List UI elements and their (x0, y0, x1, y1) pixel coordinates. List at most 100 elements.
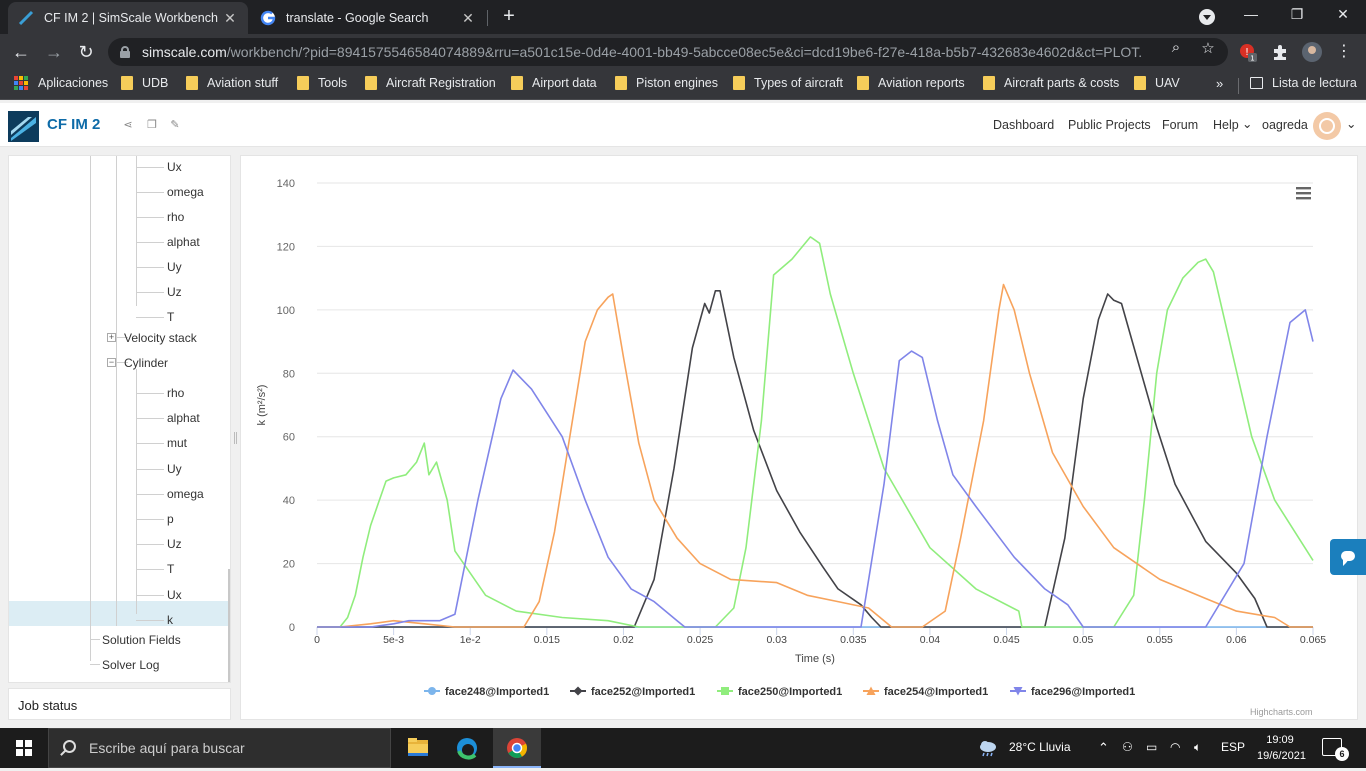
share-icon[interactable]: ⋖ (121, 118, 135, 132)
tree-item-field[interactable]: alphat (167, 411, 200, 425)
tab-search-icon[interactable] (1199, 9, 1215, 25)
back-icon[interactable]: ← (9, 41, 33, 63)
chart-menu-icon[interactable] (1296, 187, 1311, 200)
tree-item-field-selected[interactable]: k (167, 613, 173, 627)
bookmark-folder[interactable]: Types of aircraft (733, 76, 843, 90)
tree-item-field[interactable]: T (167, 562, 174, 576)
tab-google[interactable]: translate - Google Search ✕ (250, 2, 486, 34)
bookmark-star-icon[interactable]: ☆ (1198, 39, 1218, 57)
tab-simscale[interactable]: CF IM 2 | SimScale Workbench ✕ (8, 2, 248, 34)
wifi-icon[interactable]: ◠ (1170, 740, 1180, 754)
forward-icon[interactable]: → (42, 41, 66, 63)
close-tab-icon[interactable]: ✕ (222, 10, 238, 27)
language-indicator[interactable]: ESP (1221, 740, 1245, 754)
close-tab-icon[interactable]: ✕ (460, 10, 476, 27)
job-status-panel[interactable]: Job status (8, 688, 231, 720)
show-hidden-icons-chevron-up-icon[interactable]: ⌃ (1098, 740, 1109, 756)
bookmark-folder[interactable]: Aircraft parts & costs (983, 76, 1119, 90)
tree-item-field[interactable]: mut (167, 436, 187, 450)
more-bookmarks-button[interactable]: » (1216, 76, 1223, 91)
tree-item-solver-log[interactable]: Solver Log (102, 658, 159, 672)
tree-item-field[interactable]: rho (167, 386, 184, 400)
legend-item[interactable]: face254@Imported1 (863, 686, 988, 698)
bookmark-folder[interactable]: Aviation reports (857, 76, 965, 90)
bookmark-folder[interactable]: Tools (297, 76, 347, 90)
nav-forum[interactable]: Forum (1162, 118, 1198, 132)
user-menu-chevron-down-icon[interactable]: ⌄ (1346, 116, 1356, 131)
minimize-icon[interactable]: — (1236, 6, 1266, 22)
collapse-minus-icon[interactable]: − (107, 358, 116, 367)
reload-icon[interactable]: ↻ (74, 41, 98, 63)
nav-help[interactable]: Help (1213, 118, 1239, 132)
bookmark-folder[interactable]: Aviation stuff (186, 76, 278, 90)
panel-splitter-handle[interactable] (234, 432, 237, 444)
url-bar[interactable]: simscale.com/workbench/?pid=894157554658… (108, 38, 1228, 66)
user-avatar[interactable] (1313, 112, 1341, 140)
tree-scrollbar[interactable] (228, 569, 230, 682)
extension-alert-icon[interactable]: !1 (1238, 42, 1258, 62)
tree-item-cylinder[interactable]: Cylinder (124, 356, 168, 370)
edge-browser-icon[interactable] (443, 728, 491, 768)
simscale-favicon-icon (18, 10, 34, 26)
meet-icon[interactable]: ⚇ (1122, 740, 1133, 754)
volume-icon[interactable]: 🔈︎ (1194, 740, 1201, 755)
battery-icon[interactable]: ▭ (1146, 740, 1157, 754)
username[interactable]: oagreda (1262, 118, 1308, 132)
help-chevron-down-icon[interactable]: ⌄ (1242, 116, 1252, 131)
tree-item-field[interactable]: Uy (167, 462, 182, 476)
tab-title: translate - Google Search (286, 11, 429, 25)
clock[interactable]: 19:09 19/6/2021 (1257, 732, 1306, 764)
tree-item-field[interactable]: p (167, 512, 174, 526)
nav-dashboard[interactable]: Dashboard (993, 118, 1054, 132)
file-explorer-icon[interactable] (394, 728, 442, 768)
tree-guide (90, 639, 100, 640)
bookmark-folder[interactable]: Piston engines (615, 76, 718, 90)
tree-item-field[interactable]: T (167, 310, 174, 324)
legend-item[interactable]: face248@Imported1 (424, 686, 549, 698)
url-text[interactable]: simscale.com/workbench/?pid=894157554658… (142, 44, 1142, 60)
x-tick-label: 1e-2 (460, 634, 481, 646)
chat-icon[interactable] (1330, 539, 1366, 575)
tree-item-field[interactable]: Uy (167, 260, 182, 274)
windows-start-icon[interactable] (16, 740, 32, 756)
bookmark-folder[interactable]: UAV (1134, 76, 1180, 90)
url-host: simscale.com (142, 44, 227, 60)
taskbar-search[interactable]: Escribe aquí para buscar (48, 728, 391, 768)
legend-item[interactable]: face296@Imported1 (1010, 686, 1135, 698)
simscale-logo-icon[interactable] (8, 111, 39, 142)
tree-item-field[interactable]: omega (167, 487, 204, 501)
project-title[interactable]: CF IM 2 (47, 116, 100, 133)
zoom-icon[interactable]: ⌕ (1166, 39, 1186, 56)
profile-avatar[interactable] (1302, 42, 1322, 62)
legend-item[interactable]: face252@Imported1 (570, 686, 695, 698)
bookmark-folder[interactable]: Airport data (511, 76, 597, 90)
copy-icon[interactable]: ❐ (145, 118, 159, 132)
chart-credits[interactable]: Highcharts.com (1250, 707, 1313, 717)
legend-item[interactable]: face250@Imported1 (717, 686, 842, 698)
restore-icon[interactable]: ❐ (1282, 6, 1312, 23)
tree-item-field[interactable]: Uz (167, 537, 182, 551)
tree-item-field[interactable]: alphat (167, 235, 200, 249)
tree-item-field[interactable]: Ux (167, 588, 182, 602)
extensions-puzzle-icon[interactable] (1270, 42, 1290, 62)
chrome-browser-icon[interactable] (493, 728, 541, 768)
tree-item-field[interactable]: omega (167, 185, 204, 199)
clock-date: 19/6/2021 (1257, 750, 1306, 762)
reading-list-button[interactable]: Lista de lectura (1250, 76, 1357, 90)
nav-public-projects[interactable]: Public Projects (1068, 118, 1151, 132)
bookmark-apps[interactable]: Aplicaciones (14, 76, 108, 90)
tree-guide (136, 493, 164, 495)
tree-item-field[interactable]: rho (167, 210, 184, 224)
expand-plus-icon[interactable]: + (107, 333, 116, 342)
edit-pencil-icon[interactable]: ✎ (168, 118, 182, 132)
bookmark-folder[interactable]: Aircraft Registration (365, 76, 496, 90)
tree-item-field[interactable]: Ux (167, 160, 182, 174)
browser-menu-icon[interactable]: ⋮ (1334, 42, 1354, 62)
new-tab-icon[interactable]: + (498, 6, 520, 28)
bookmark-folder[interactable]: UDB (121, 76, 168, 90)
tree-item-solution-fields[interactable]: Solution Fields (102, 633, 181, 647)
tree-item-field[interactable]: Uz (167, 285, 182, 299)
weather-text[interactable]: 28°C Lluvia (1009, 740, 1071, 754)
close-window-icon[interactable]: ✕ (1328, 6, 1358, 23)
tree-item-velocity-stack[interactable]: Velocity stack (124, 331, 197, 345)
